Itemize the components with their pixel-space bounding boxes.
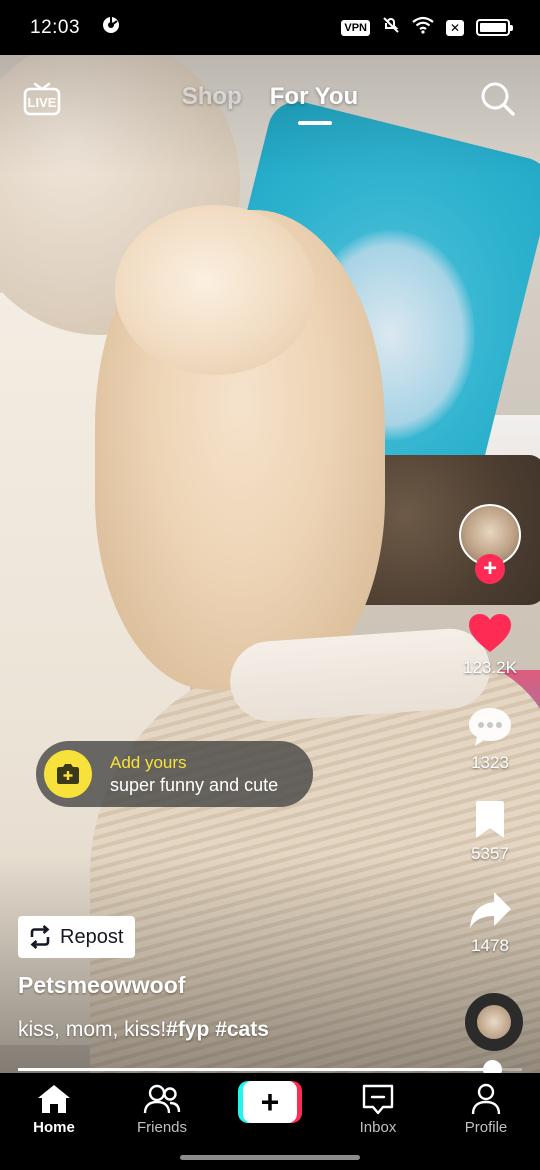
nav-friends-label: Friends <box>136 1119 188 1136</box>
friends-icon <box>143 1084 181 1114</box>
nav-home-label: Home <box>33 1119 75 1136</box>
create-button[interactable]: + <box>238 1081 302 1123</box>
video-progress-bar[interactable] <box>18 1060 522 1079</box>
nav-inbox-label: Inbox <box>359 1119 397 1136</box>
tab-shop[interactable]: Shop <box>182 83 242 111</box>
feed-tabs: Shop For You <box>0 83 540 125</box>
share-button[interactable]: 1478 <box>440 890 540 956</box>
bookmark-icon <box>476 801 504 838</box>
tiktok-screen: 12:03 VPN ✕ LIVE Shop For You + 123.2K 1… <box>0 0 540 1170</box>
nav-home[interactable]: Home <box>4 1083 104 1136</box>
repost-button[interactable]: Repost <box>18 916 135 958</box>
add-yours-sticker[interactable]: Add yours super funny and cute <box>36 741 313 807</box>
hashtag-cats[interactable]: #cats <box>215 1018 269 1041</box>
music-cover <box>477 1005 511 1039</box>
tab-for-you-label: For You <box>269 83 359 110</box>
nav-profile[interactable]: Profile <box>436 1083 536 1136</box>
profile-icon <box>471 1083 501 1115</box>
home-icon <box>38 1085 70 1113</box>
inbox-icon <box>362 1084 394 1115</box>
top-nav: LIVE Shop For You <box>0 55 540 145</box>
comment-icon <box>469 708 511 746</box>
video-cat-head <box>115 205 315 375</box>
add-yours-title: Add yours <box>110 752 187 772</box>
battery-icon <box>476 19 513 36</box>
nav-inbox[interactable]: Inbox <box>328 1083 428 1136</box>
add-yours-text: Add yours super funny and cute <box>110 753 278 796</box>
tab-for-you[interactable]: For You <box>269 83 359 125</box>
add-photo-icon <box>44 750 92 798</box>
vpn-icon: VPN <box>341 19 370 36</box>
status-bar: 12:03 VPN ✕ <box>0 0 540 55</box>
add-yours-subtitle: super funny and cute <box>110 774 279 795</box>
plus-icon: + <box>243 1081 297 1123</box>
status-time: 12:03 <box>30 16 81 38</box>
share-count: 1478 <box>471 936 509 955</box>
app-status-icon <box>102 16 120 40</box>
repost-icon <box>30 925 50 949</box>
like-count: 123.2K <box>463 658 517 677</box>
caption-text: kiss, mom, kiss! <box>18 1018 167 1041</box>
video-progress-fill <box>18 1068 492 1071</box>
post-caption: kiss, mom, kiss!#fyp #cats <box>18 1018 269 1042</box>
repost-label: Repost <box>60 925 124 948</box>
like-button[interactable]: 123.2K <box>440 612 540 678</box>
creator-avatar-item[interactable]: + <box>440 504 540 584</box>
creator-username[interactable]: Petsmeowwoof <box>18 972 185 999</box>
comment-count: 1323 <box>471 753 509 772</box>
comment-button[interactable]: 1323 <box>440 705 540 773</box>
hashtag-fyp[interactable]: #fyp <box>166 1018 209 1041</box>
nav-profile-label: Profile <box>464 1119 508 1136</box>
save-button[interactable]: 5357 <box>440 800 540 864</box>
heart-icon <box>469 614 511 652</box>
home-indicator <box>180 1155 360 1160</box>
music-disc[interactable] <box>465 993 523 1051</box>
x-badge-icon: ✕ <box>446 19 464 36</box>
nav-friends[interactable]: Friends <box>112 1083 212 1136</box>
share-icon <box>470 892 511 928</box>
save-count: 5357 <box>471 844 509 863</box>
search-icon[interactable] <box>480 81 516 117</box>
wifi-icon <box>412 16 434 40</box>
mute-icon <box>382 16 400 40</box>
follow-plus-icon[interactable]: + <box>475 554 505 584</box>
active-tab-indicator <box>297 121 332 125</box>
